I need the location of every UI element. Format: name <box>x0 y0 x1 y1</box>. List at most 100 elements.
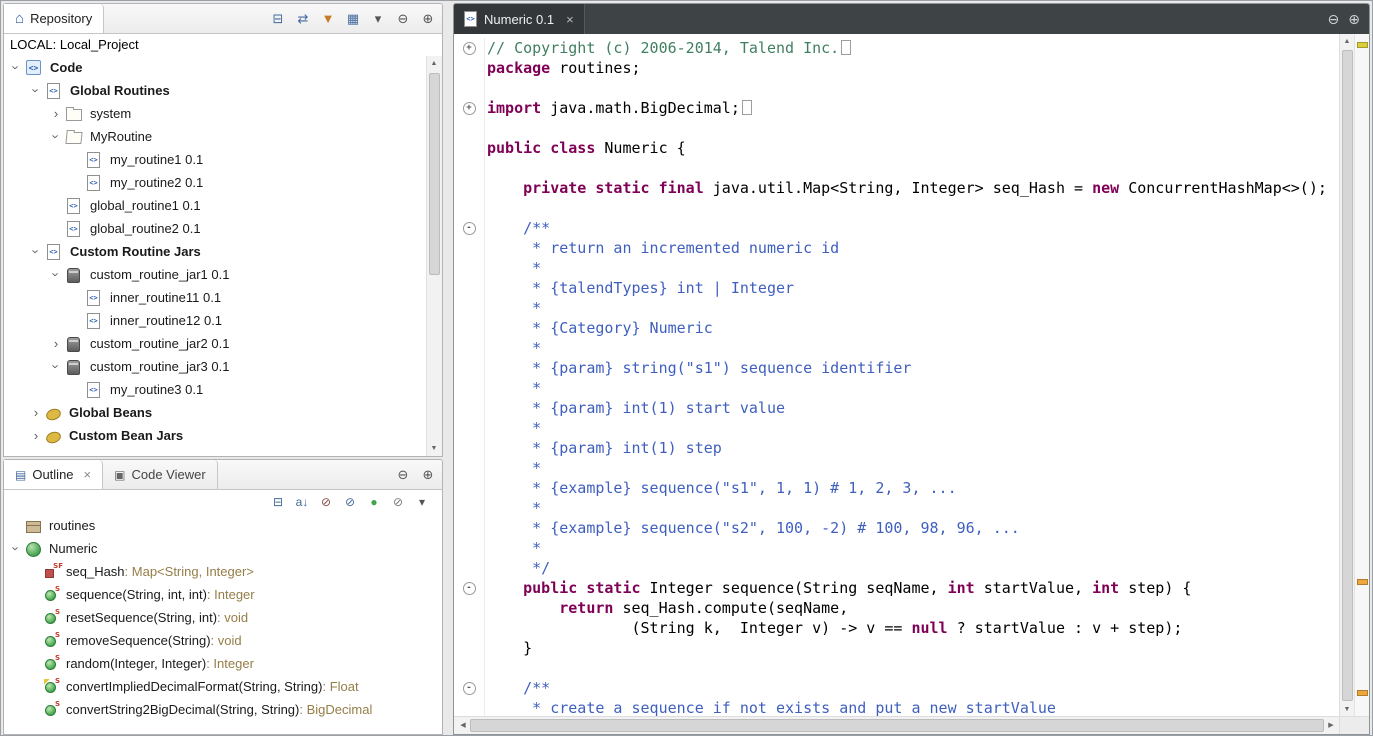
code-line[interactable]: * {param} int(1) start value <box>454 398 1340 418</box>
tree-item[interactable]: my_routine1 0.1 <box>4 148 427 171</box>
tree-item[interactable]: random(Integer, Integer) : Integer <box>4 652 442 675</box>
code-line[interactable]: (String k, Integer v) -> v == null ? sta… <box>454 618 1340 638</box>
tree-item[interactable]: seq_Hash : Map<String, Integer> <box>4 560 442 583</box>
expand-arrow-icon[interactable]: › <box>28 405 44 420</box>
tree-item[interactable]: ›Global Beans <box>4 401 427 424</box>
view-menu-icon[interactable]: ▾ <box>414 494 430 510</box>
code-line[interactable]: - public static Integer sequence(String … <box>454 578 1340 598</box>
collapse-arrow-icon[interactable]: › <box>9 541 24 557</box>
annotation-mark[interactable] <box>1357 579 1368 585</box>
hide-static-members-icon[interactable]: ⊘ <box>342 494 358 510</box>
scroll-up-icon[interactable]: ▲ <box>427 56 441 71</box>
repository-tab[interactable]: ⌂ Repository <box>4 4 104 33</box>
code-line[interactable]: * {Category} Numeric <box>454 318 1340 338</box>
collapse-arrow-icon[interactable]: › <box>29 83 44 99</box>
minimize-icon[interactable]: ⊖ <box>395 11 411 27</box>
tree-item[interactable]: ›Global Routines <box>4 79 427 102</box>
scrollbar-thumb[interactable] <box>1342 50 1353 701</box>
collapse-arrow-icon[interactable]: › <box>9 60 24 76</box>
code-line[interactable]: +import java.math.BigDecimal; <box>454 98 1340 118</box>
scroll-left-icon[interactable]: ◀ <box>456 718 470 733</box>
code-line[interactable]: * <box>454 338 1340 358</box>
code-line[interactable]: * <box>454 258 1340 278</box>
code-line[interactable]: private static final java.util.Map<Strin… <box>454 178 1340 198</box>
sort-icon[interactable]: a↓ <box>294 494 310 510</box>
expand-arrow-icon[interactable]: › <box>28 428 44 443</box>
code-line[interactable]: } <box>454 638 1340 658</box>
code-line[interactable] <box>454 198 1340 218</box>
code-line[interactable]: * <box>454 538 1340 558</box>
code-line[interactable]: * return an incremented numeric id <box>454 238 1340 258</box>
minimize-icon[interactable]: ⊖ <box>1328 11 1340 28</box>
annotation-mark[interactable] <box>1357 690 1368 696</box>
collapse-arrow-icon[interactable]: › <box>29 244 44 260</box>
code-line[interactable]: - /** <box>454 678 1340 698</box>
minimize-icon[interactable]: ⊖ <box>395 467 411 483</box>
tab-outline[interactable]: ▤ Outline × <box>4 460 103 489</box>
detail-view-icon[interactable]: ▦ <box>345 11 361 27</box>
code-line[interactable]: * <box>454 378 1340 398</box>
code-line[interactable]: return seq_Hash.compute(seqName, <box>454 598 1340 618</box>
tree-item[interactable]: global_routine1 0.1 <box>4 194 427 217</box>
tree-item[interactable]: ›custom_routine_jar1 0.1 <box>4 263 427 286</box>
scroll-down-icon[interactable]: ▼ <box>1340 702 1354 717</box>
tree-item[interactable]: ›system <box>4 102 427 125</box>
code-line[interactable] <box>454 118 1340 138</box>
tree-item[interactable]: global_routine2 0.1 <box>4 217 427 240</box>
view-menu-icon[interactable]: ▾ <box>370 11 386 27</box>
code-line[interactable] <box>454 658 1340 678</box>
tree-item[interactable]: convertImpliedDecimalFormat(String, Stri… <box>4 675 442 698</box>
code-line[interactable] <box>454 78 1340 98</box>
maximize-icon[interactable]: ⊕ <box>1348 11 1360 28</box>
code-line[interactable] <box>454 158 1340 178</box>
tree-item[interactable]: ›MyRoutine <box>4 125 427 148</box>
tree-item[interactable]: resetSequence(String, int) : void <box>4 606 442 629</box>
collapse-arrow-icon[interactable]: › <box>49 359 64 375</box>
code-line[interactable]: */ <box>454 558 1340 578</box>
tree-item[interactable]: inner_routine11 0.1 <box>4 286 427 309</box>
tree-item[interactable]: my_routine2 0.1 <box>4 171 427 194</box>
code-line[interactable]: * {example} sequence("s1", 1, 1) # 1, 2,… <box>454 478 1340 498</box>
hide-fields-icon[interactable]: ⊘ <box>318 494 334 510</box>
editor-vertical-scrollbar[interactable]: ▲ ▼ <box>1339 34 1355 717</box>
tree-item[interactable]: sequence(String, int, int) : Integer <box>4 583 442 606</box>
link-with-editor-icon[interactable]: ⇄ <box>295 11 311 27</box>
activate-filter-icon[interactable]: ▼ <box>320 11 336 27</box>
code-line[interactable]: * <box>454 298 1340 318</box>
code-editor[interactable]: +// Copyright (c) 2006-2014, Talend Inc.… <box>454 34 1340 717</box>
tree-item[interactable]: ›custom_routine_jar3 0.1 <box>4 355 427 378</box>
scroll-up-icon[interactable]: ▲ <box>1340 34 1354 49</box>
close-icon[interactable]: × <box>84 467 92 482</box>
tree-item[interactable]: removeSequence(String) : void <box>4 629 442 652</box>
code-line[interactable]: - /** <box>454 218 1340 238</box>
collapse-all-icon[interactable]: ⊟ <box>270 494 286 510</box>
hide-local-types-icon[interactable]: ⊘ <box>390 494 406 510</box>
tab-code-viewer[interactable]: ▣ Code Viewer <box>103 460 218 489</box>
maximize-icon[interactable]: ⊕ <box>420 467 436 483</box>
repository-vertical-scrollbar[interactable]: ▲ ▼ <box>426 56 442 456</box>
scrollbar-thumb[interactable] <box>429 73 440 275</box>
scroll-right-icon[interactable]: ▶ <box>1324 718 1338 733</box>
tree-item[interactable]: ›Custom Bean Jars <box>4 424 427 447</box>
tree-item[interactable]: routines <box>4 514 442 537</box>
tree-item[interactable]: ›Numeric <box>4 537 442 560</box>
editor-horizontal-scrollbar[interactable]: ◀ ▶ <box>454 716 1340 734</box>
tree-item[interactable]: ›custom_routine_jar2 0.1 <box>4 332 427 355</box>
fold-expand-icon[interactable]: + <box>463 102 476 115</box>
maximize-icon[interactable]: ⊕ <box>420 11 436 27</box>
fold-expand-icon[interactable]: + <box>463 42 476 55</box>
show-public-only-icon[interactable]: ● <box>366 494 382 510</box>
tree-item[interactable]: ›Code <box>4 56 427 79</box>
code-line[interactable]: public class Numeric { <box>454 138 1340 158</box>
scroll-down-icon[interactable]: ▼ <box>427 441 441 456</box>
code-line[interactable]: * <box>454 498 1340 518</box>
collapse-arrow-icon[interactable]: › <box>49 267 64 283</box>
code-line[interactable]: * {example} sequence("s2", 100, -2) # 10… <box>454 518 1340 538</box>
annotation-mark[interactable] <box>1357 42 1368 48</box>
collapse-all-icon[interactable]: ⊟ <box>270 11 286 27</box>
fold-collapse-icon[interactable]: - <box>463 582 476 595</box>
code-line[interactable]: * create a sequence if not exists and pu… <box>454 698 1340 717</box>
tree-item[interactable]: inner_routine12 0.1 <box>4 309 427 332</box>
scrollbar-thumb[interactable] <box>470 719 1324 732</box>
expand-arrow-icon[interactable]: › <box>48 106 64 121</box>
